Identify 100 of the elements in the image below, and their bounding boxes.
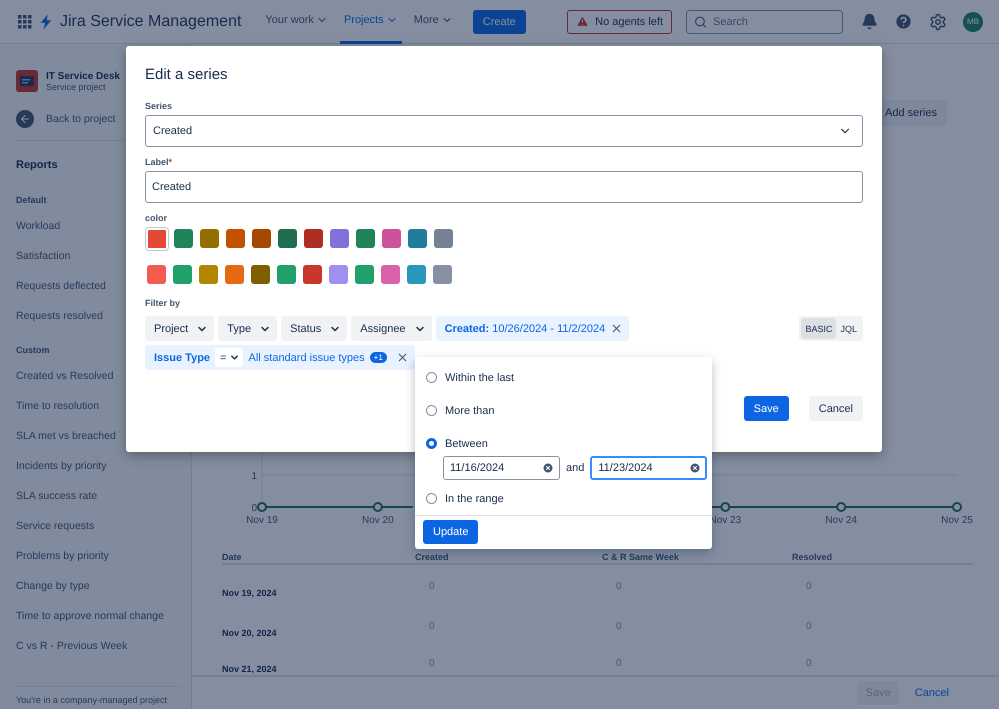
color-swatch[interactable] xyxy=(200,229,219,248)
series-select[interactable]: Created xyxy=(145,115,863,147)
color-swatch[interactable] xyxy=(199,265,218,284)
radio-button[interactable] xyxy=(426,372,437,383)
sidebar-item[interactable]: Requests deflected xyxy=(16,280,106,292)
sidebar-item[interactable]: Time to approve normal change xyxy=(16,610,164,622)
filter-dropdown[interactable]: Project xyxy=(145,316,214,341)
date-cell-text: Nov 21, 2024 xyxy=(222,663,278,674)
color-swatch[interactable] xyxy=(304,229,323,248)
sidebar-item[interactable]: Satisfaction xyxy=(16,250,70,262)
color-swatch[interactable] xyxy=(356,229,375,248)
field-label: color xyxy=(145,213,168,223)
update-button[interactable]: Update xyxy=(423,520,478,544)
sidebar-item[interactable]: Time to resolution xyxy=(16,400,100,412)
filter-dropdown[interactable]: Assignee xyxy=(351,316,432,341)
issue-type-filter-chip[interactable]: Issue Type = All standard issue types +1 xyxy=(145,345,415,370)
table-cell-text: 0 xyxy=(805,657,813,669)
product-name: Jira Service Management xyxy=(60,12,242,30)
sidebar-item[interactable]: Requests resolved xyxy=(16,310,103,322)
create-button[interactable]: Create xyxy=(472,10,526,34)
search-field[interactable]: Search xyxy=(686,10,843,34)
color-swatch[interactable] xyxy=(381,265,400,284)
radio-option[interactable]: More than xyxy=(426,400,495,421)
color-swatch[interactable] xyxy=(277,265,296,284)
nav-tab[interactable]: Your work xyxy=(261,0,332,44)
color-swatch[interactable] xyxy=(225,265,244,284)
color-swatch[interactable] xyxy=(252,229,271,248)
sidebar-item[interactable]: SLA met vs breached xyxy=(16,430,116,442)
lightning-icon xyxy=(40,14,52,30)
sidebar-item[interactable]: Problems by priority xyxy=(16,550,109,562)
bell-icon[interactable] xyxy=(861,13,878,30)
radio-option[interactable]: Between xyxy=(426,433,488,454)
save-button[interactable]: Save xyxy=(744,396,789,421)
alert-button[interactable]: No agents left xyxy=(567,10,672,34)
radio-button[interactable] xyxy=(426,405,437,416)
color-swatch[interactable] xyxy=(355,265,374,284)
date-input[interactable]: 11/16/2024 xyxy=(443,456,560,480)
table-cell-text: 0 xyxy=(428,580,436,592)
chip-value: All standard issue types xyxy=(248,352,365,364)
color-swatch[interactable] xyxy=(226,229,245,248)
axis-tick-label: 0 xyxy=(251,503,257,514)
operator-select[interactable]: = xyxy=(215,348,244,367)
radio-button[interactable] xyxy=(426,438,437,449)
color-swatch[interactable] xyxy=(329,265,348,284)
color-swatch[interactable] xyxy=(407,265,426,284)
label-input[interactable]: Created xyxy=(145,171,863,203)
field-label: Label* xyxy=(145,157,172,167)
app-grid-icon[interactable] xyxy=(18,14,32,28)
color-swatch[interactable] xyxy=(330,229,349,248)
color-swatch[interactable] xyxy=(147,265,166,284)
color-swatch[interactable] xyxy=(303,265,322,284)
table-cell-text: 0 xyxy=(428,657,436,669)
cancel-button[interactable]: Cancel xyxy=(906,681,957,705)
sidebar-item[interactable]: Workload xyxy=(16,220,60,232)
settings-icon[interactable] xyxy=(929,12,947,30)
color-swatch[interactable] xyxy=(174,229,193,248)
created-filter-chip[interactable]: Created: 10/26/2024 - 11/2/2024 xyxy=(436,316,630,341)
user-avatar[interactable]: MB xyxy=(963,12,983,32)
help-icon[interactable] xyxy=(894,12,913,31)
sidebar-item[interactable]: Incidents by priority xyxy=(16,460,106,472)
color-swatch[interactable] xyxy=(173,265,192,284)
radio-button[interactable] xyxy=(426,493,437,504)
axis-tick-label: Nov 24 xyxy=(825,515,857,526)
sidebar-item[interactable]: Service requests xyxy=(16,520,94,532)
sidebar-item[interactable]: Created vs Resolved xyxy=(16,370,114,382)
radio-option[interactable]: In the range xyxy=(426,488,504,509)
cancel-button[interactable]: Cancel xyxy=(808,396,863,421)
chip-label: Issue Type xyxy=(154,352,210,364)
color-swatch[interactable] xyxy=(146,228,168,250)
dialog-title: Edit a series xyxy=(145,66,228,83)
axis-tick-label: Nov 20 xyxy=(362,515,394,526)
mode-toggle[interactable]: JQL xyxy=(836,318,861,339)
sidebar-item[interactable]: C vs R - Previous Week xyxy=(16,640,128,652)
field-label: Filter by xyxy=(145,298,180,308)
color-swatch[interactable] xyxy=(433,265,452,284)
table-cell-text: 0 xyxy=(615,580,623,592)
sidebar-item[interactable]: SLA success rate xyxy=(16,490,98,502)
filter-dropdown[interactable]: Type xyxy=(218,316,278,341)
color-swatch[interactable] xyxy=(251,265,270,284)
radio-option[interactable]: Within the last xyxy=(426,367,514,388)
column-header: Resolved xyxy=(792,551,834,562)
sidebar-group-title: Custom xyxy=(16,345,50,355)
table-cell-text: 0 xyxy=(805,620,813,632)
column-header: C & R Same Week xyxy=(602,551,680,562)
sidebar-item[interactable]: Change by type xyxy=(16,580,90,592)
nav-tab[interactable]: More xyxy=(410,0,457,44)
warning-icon xyxy=(576,15,590,28)
close-icon[interactable] xyxy=(610,322,624,335)
mode-toggle[interactable]: BASIC xyxy=(801,318,836,339)
color-swatch[interactable] xyxy=(278,229,297,248)
sidebar-footer-text: You're in a company-managed project xyxy=(16,686,181,709)
sidebar-group-title: Default xyxy=(16,195,47,205)
color-swatch[interactable] xyxy=(382,229,401,248)
color-swatch[interactable] xyxy=(408,229,427,248)
color-swatch[interactable] xyxy=(434,229,453,248)
date-cell-text: Nov 19, 2024 xyxy=(222,587,278,598)
filter-dropdown[interactable]: Status xyxy=(281,316,348,341)
close-icon[interactable] xyxy=(396,351,409,364)
axis-tick-label: 1 xyxy=(251,471,257,482)
date-input[interactable]: 11/23/2024 xyxy=(590,456,708,480)
